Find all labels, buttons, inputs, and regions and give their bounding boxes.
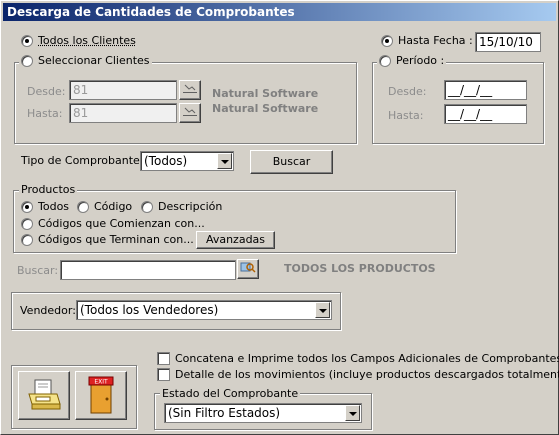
products-all-radio[interactable] bbox=[21, 201, 33, 213]
detail-label: Detalle de los movimientos (incluye prod… bbox=[175, 368, 559, 381]
all-clients-radio[interactable] bbox=[21, 35, 33, 47]
products-ends-label: Códigos que Terminan con... bbox=[38, 233, 194, 246]
brand-text-1: Natural Software bbox=[212, 87, 319, 100]
lookup-icon bbox=[183, 107, 197, 116]
search-lookup-button[interactable] bbox=[237, 259, 259, 279]
until-date-radio[interactable] bbox=[381, 35, 393, 47]
seller-value: (Todos los Vendedores) bbox=[80, 303, 219, 317]
products-ends-radio[interactable] bbox=[21, 234, 33, 246]
main-window: Descarga de Cantidades de Comprobantes T… bbox=[0, 0, 559, 435]
clients-from-input[interactable]: 81 bbox=[69, 80, 177, 100]
period-radio[interactable] bbox=[379, 55, 391, 67]
search-input[interactable] bbox=[60, 260, 236, 280]
search-label: Buscar: bbox=[17, 264, 59, 277]
until-date-label: Hasta Fecha : bbox=[398, 34, 473, 47]
concat-checkbox[interactable] bbox=[157, 352, 170, 365]
period-label: Período : bbox=[396, 54, 445, 67]
state-select[interactable]: (Sin Filtro Estados) bbox=[164, 403, 362, 423]
concat-label: Concatena e Imprime todos los Campos Adi… bbox=[175, 352, 559, 365]
period-from-input[interactable]: __/__/__ bbox=[444, 80, 527, 100]
seller-select[interactable]: (Todos los Vendedores) bbox=[76, 300, 332, 320]
clients-to-label: Hasta: bbox=[27, 107, 63, 120]
period-legend: Período : bbox=[377, 54, 447, 67]
chevron-down-icon[interactable] bbox=[315, 302, 330, 318]
chevron-down-icon[interactable] bbox=[217, 153, 232, 169]
brand-text-2: Natural Software bbox=[212, 102, 319, 115]
exit-door-icon: EXIT bbox=[88, 376, 114, 414]
products-desc-label: Descripción bbox=[158, 200, 223, 213]
window-title: Descarga de Cantidades de Comprobantes bbox=[3, 3, 556, 21]
clients-from-lookup-button[interactable] bbox=[179, 80, 201, 100]
exit-button[interactable]: EXIT bbox=[75, 371, 127, 420]
print-button[interactable] bbox=[18, 371, 70, 420]
clients-to-input[interactable]: 81 bbox=[69, 103, 177, 123]
clients-to-lookup-button[interactable] bbox=[179, 103, 201, 123]
products-all-label: Todos bbox=[38, 200, 70, 213]
all-clients-label: Todos los Clientes bbox=[38, 34, 136, 47]
voucher-type-select[interactable]: (Todos) bbox=[140, 151, 234, 171]
period-from-label: Desde: bbox=[388, 85, 427, 98]
products-status-text: TODOS LOS PRODUCTOS bbox=[284, 262, 436, 275]
period-to-label: Hasta: bbox=[388, 109, 424, 122]
state-legend: Estado del Comprobante bbox=[160, 387, 301, 400]
period-group bbox=[372, 62, 544, 144]
voucher-type-label: Tipo de Comprobante bbox=[21, 154, 140, 167]
exit-sign-text: EXIT bbox=[94, 379, 108, 386]
lookup-icon bbox=[183, 84, 197, 93]
select-clients-legend: Seleccionar Clientes bbox=[19, 54, 152, 67]
search-icon bbox=[240, 262, 256, 273]
select-clients-radio[interactable] bbox=[21, 55, 33, 67]
until-date-input[interactable]: 15/10/10 bbox=[475, 32, 541, 52]
search-button[interactable]: Buscar bbox=[250, 150, 333, 174]
state-value: (Sin Filtro Estados) bbox=[168, 406, 281, 420]
products-code-label: Código bbox=[94, 200, 133, 213]
products-begins-radio[interactable] bbox=[21, 218, 33, 230]
voucher-type-value: (Todos) bbox=[144, 154, 188, 168]
seller-label: Vendedor: bbox=[20, 304, 76, 317]
chevron-down-icon[interactable] bbox=[345, 405, 360, 421]
products-desc-radio[interactable] bbox=[141, 201, 153, 213]
printer-icon bbox=[28, 379, 61, 410]
products-code-radio[interactable] bbox=[77, 201, 89, 213]
select-clients-label: Seleccionar Clientes bbox=[38, 54, 150, 67]
clients-from-label: Desde: bbox=[27, 85, 66, 98]
products-legend: Productos bbox=[19, 183, 78, 196]
advanced-button[interactable]: Avanzadas bbox=[196, 231, 275, 249]
detail-checkbox[interactable] bbox=[157, 368, 170, 381]
period-to-input[interactable]: __/__/__ bbox=[444, 104, 527, 124]
products-begins-label: Códigos que Comienzan con... bbox=[38, 217, 205, 230]
